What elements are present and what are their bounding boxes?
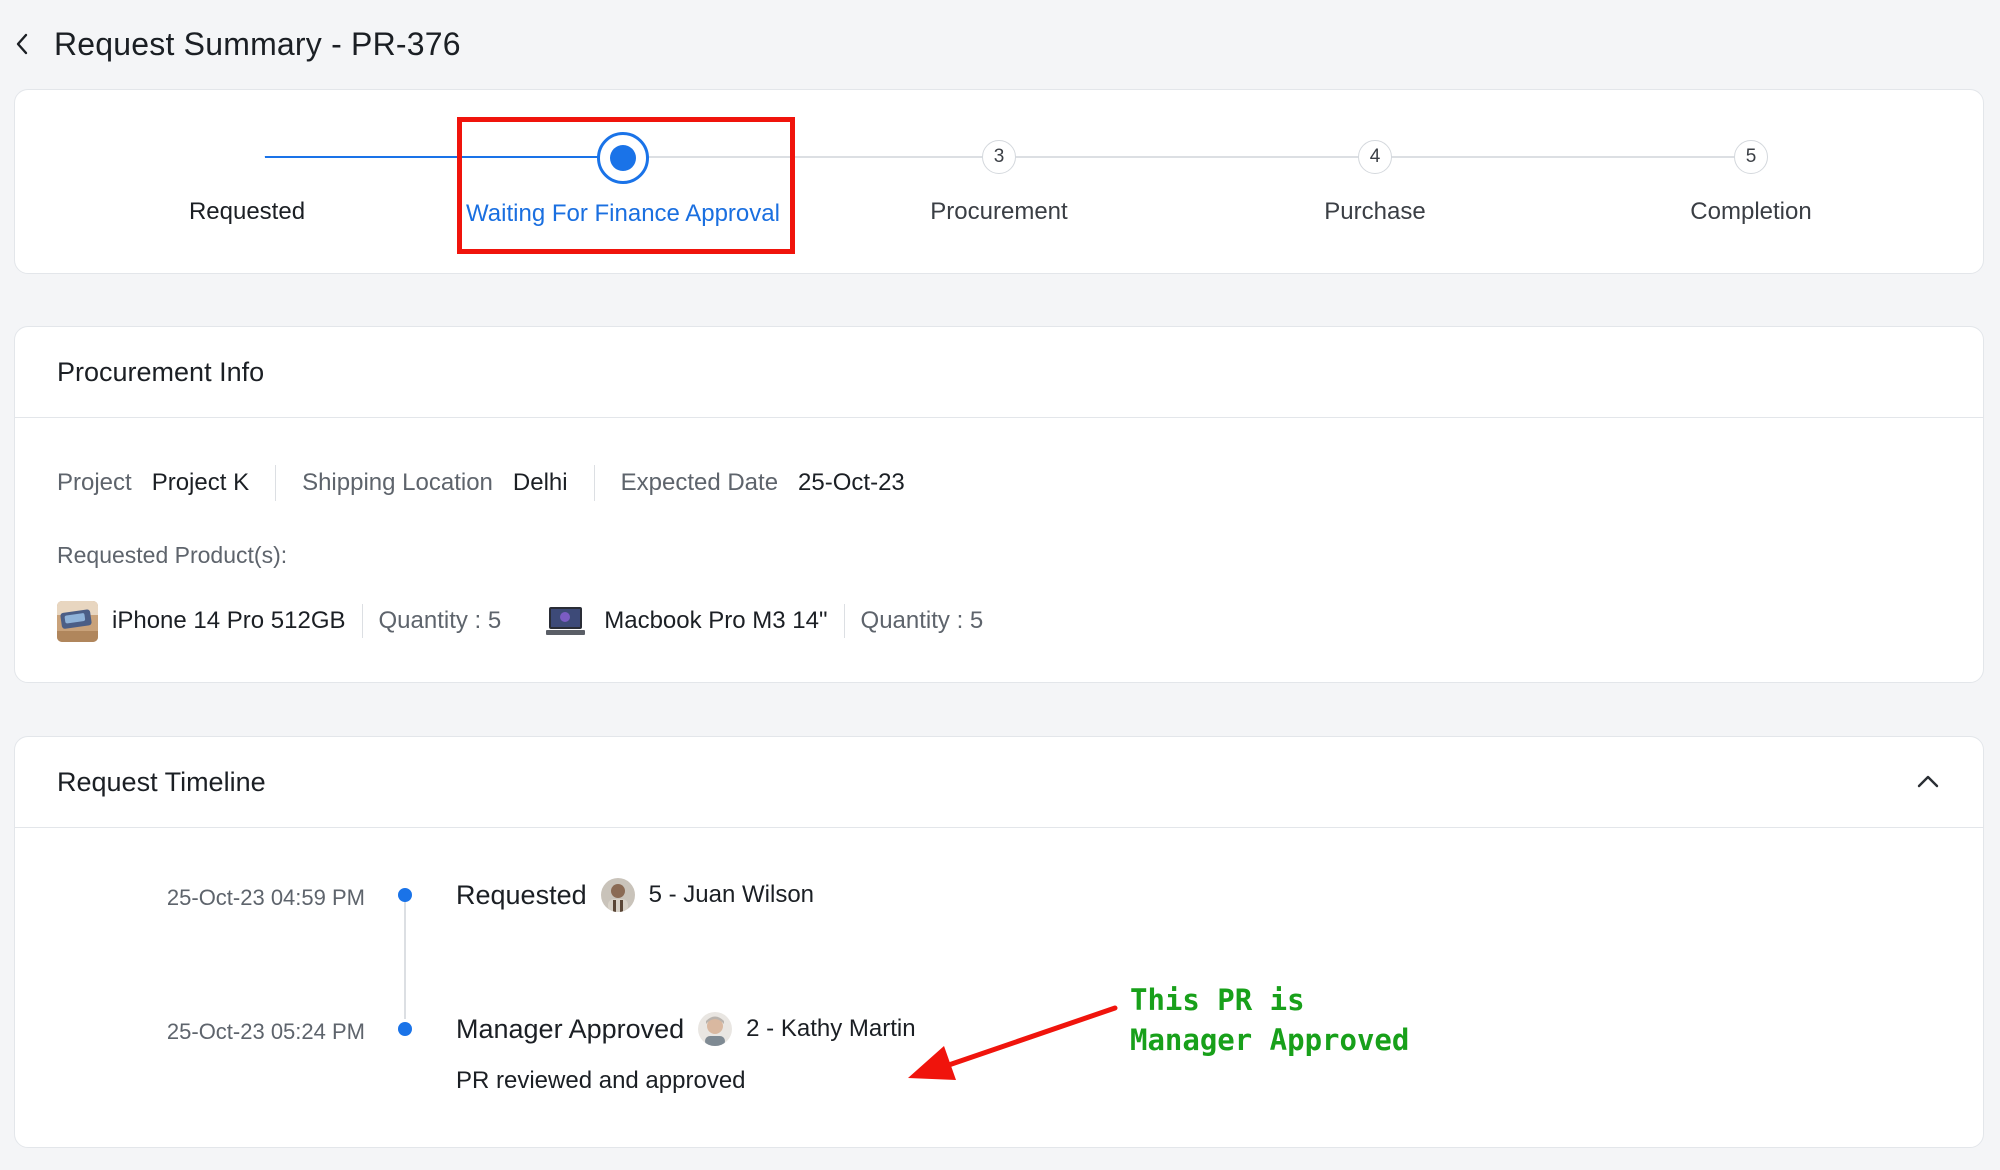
step-label: Requested xyxy=(188,198,306,225)
timeline-timestamp: 25-Oct-23 05:24 PM xyxy=(166,1019,365,1044)
timeline-event-title: Requested xyxy=(456,879,587,910)
project-label: Project xyxy=(57,469,132,496)
step-label: Completion xyxy=(1690,198,1812,225)
shipping-value: Delhi xyxy=(512,469,568,496)
project-value: Project K xyxy=(151,469,250,496)
back-icon[interactable] xyxy=(14,22,40,66)
product-quantity: Quantity : 5 xyxy=(860,607,984,634)
step-procurement: 3 Procurement xyxy=(811,90,1187,275)
highlight-annotation-box xyxy=(457,117,795,254)
product-list: iPhone 14 Pro 512GB Quantity : 5 Macbook… xyxy=(57,599,983,643)
macbook-thumbnail xyxy=(545,600,587,642)
product-name: Macbook Pro M3 14" xyxy=(604,607,828,634)
timeline-dot xyxy=(398,888,412,902)
expected-date-value: 25-Oct-23 xyxy=(798,469,905,496)
timeline-entry: Requested 5 - Juan Wilson xyxy=(456,875,814,915)
requested-products-label: Requested Product(s): xyxy=(57,542,288,568)
procurement-info-title: Procurement Info xyxy=(15,327,1983,418)
step-label: Procurement xyxy=(930,198,1068,225)
divider xyxy=(361,604,363,638)
annotation-line: Manager Approved xyxy=(1130,1023,1410,1057)
divider xyxy=(593,465,595,501)
divider xyxy=(275,465,277,501)
divider xyxy=(843,604,845,638)
timeline-event-title: Manager Approved xyxy=(456,1013,685,1044)
avatar xyxy=(600,878,635,912)
timeline-note: PR reviewed and approved xyxy=(456,1067,746,1094)
project-field: Project Project K xyxy=(57,469,249,497)
request-timeline-title: Request Timeline xyxy=(57,766,266,797)
timeline-entry: Manager Approved 2 - Kathy Martin xyxy=(456,1009,916,1049)
annotation-arrow-icon xyxy=(908,1005,1118,1080)
timeline-dot xyxy=(398,1022,412,1036)
shipping-label: Shipping Location xyxy=(302,469,493,496)
step-requested: Requested xyxy=(59,90,435,275)
expected-date-field: Expected Date 25-Oct-23 xyxy=(621,469,905,497)
avatar xyxy=(698,1012,733,1046)
product-quantity: Quantity : 5 xyxy=(378,607,502,634)
step-number: 3 xyxy=(982,140,1016,174)
step-completion: 5 Completion xyxy=(1563,90,1939,275)
annotation-line: This PR is xyxy=(1130,983,1305,1017)
step-number: 5 xyxy=(1734,140,1768,174)
expected-date-label: Expected Date xyxy=(620,469,779,496)
timeline-user: 2 - Kathy Martin xyxy=(746,1015,916,1042)
shipping-field: Shipping Location Delhi xyxy=(302,469,568,497)
timeline-user: 5 - Juan Wilson xyxy=(648,881,815,908)
procurement-info-card: Procurement Info Project Project K Shipp… xyxy=(14,326,1984,683)
annotation-label: This PR is Manager Approved xyxy=(1130,980,1409,1060)
page-title: Request Summary - PR-376 xyxy=(54,25,461,62)
progress-stepper: Requested Waiting For Finance Approval 3… xyxy=(14,89,1984,274)
step-label: Purchase xyxy=(1324,198,1426,225)
chevron-up-icon[interactable] xyxy=(1911,765,1945,799)
page-header: Request Summary - PR-376 xyxy=(14,22,461,66)
timeline-timestamp: 25-Oct-23 04:59 PM xyxy=(166,885,365,910)
procurement-details-row: Project Project K Shipping Location Delh… xyxy=(57,463,905,503)
step-purchase: 4 Purchase xyxy=(1187,90,1563,275)
request-timeline-header: Request Timeline xyxy=(15,737,1983,828)
product-name: iPhone 14 Pro 512GB xyxy=(112,607,346,634)
step-number: 4 xyxy=(1358,140,1392,174)
check-icon xyxy=(229,140,265,176)
timeline-connector xyxy=(404,895,406,1019)
iphone-thumbnail xyxy=(57,600,98,642)
